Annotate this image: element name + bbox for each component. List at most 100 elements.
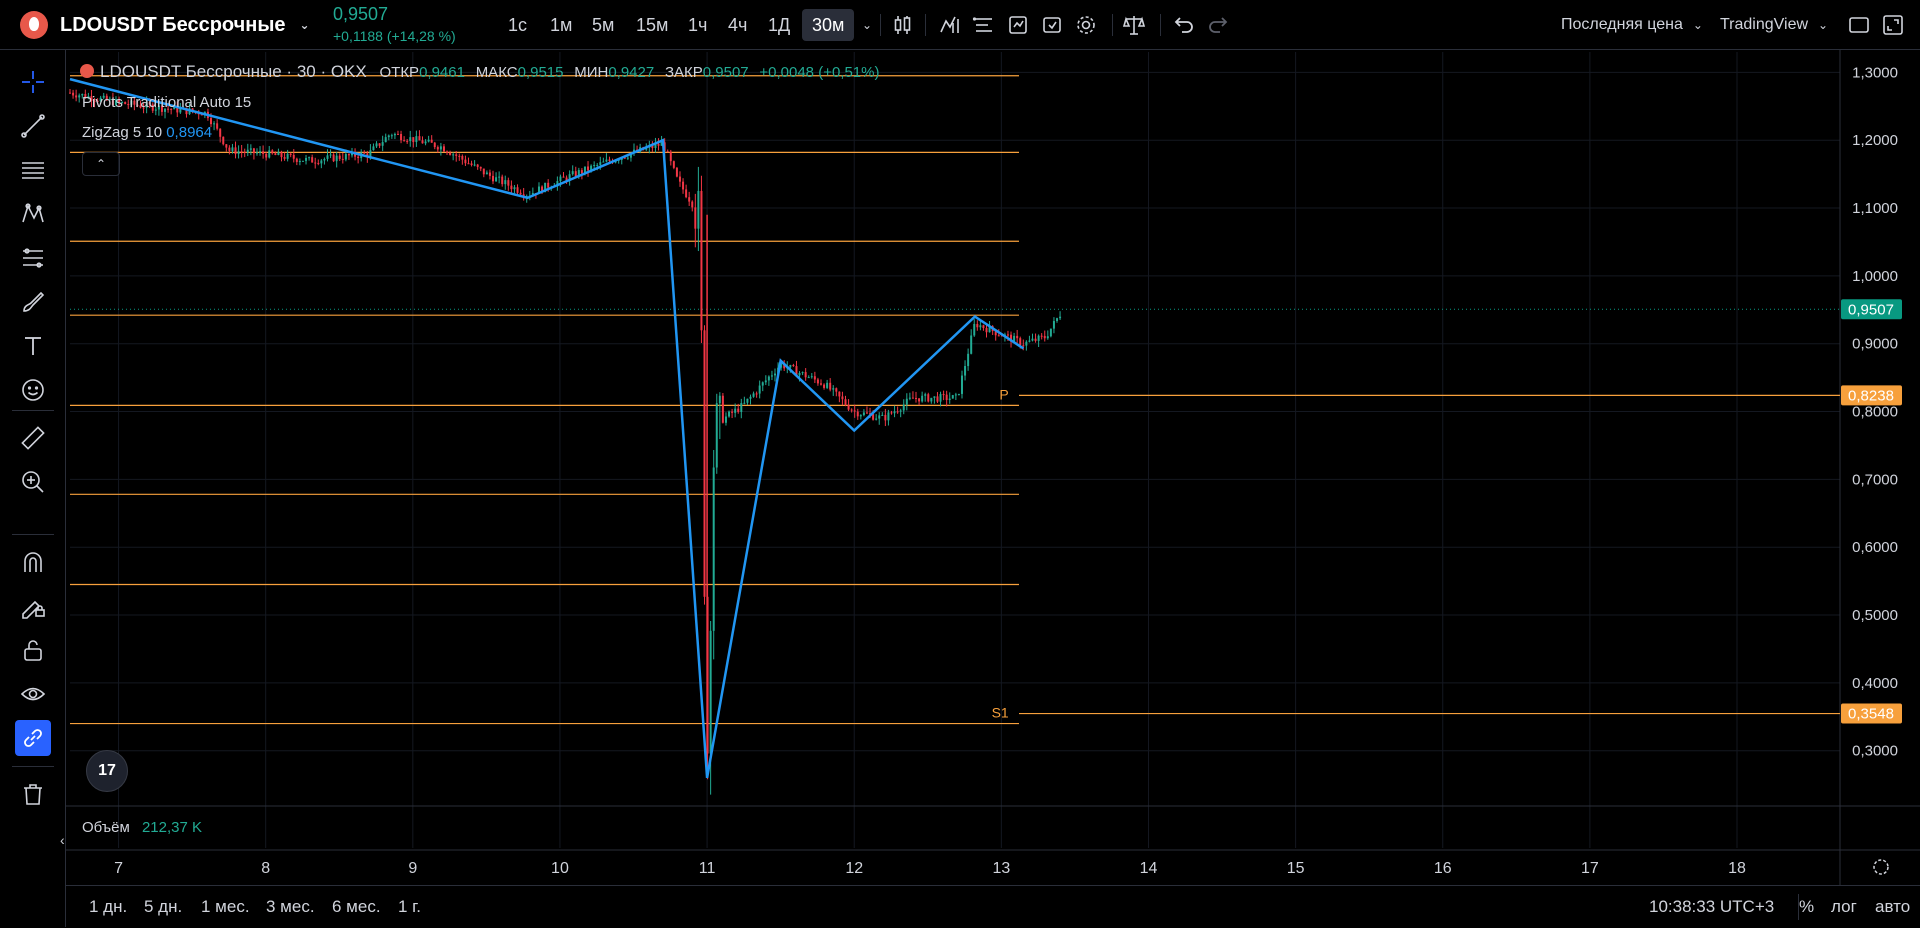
candle-body (997, 335, 1000, 337)
range-5d[interactable]: 5 дн. (144, 886, 182, 928)
timeframe-1m[interactable]: 1м (550, 0, 572, 50)
candle-body (1022, 345, 1025, 347)
timeframe-1s[interactable]: 1с (508, 0, 527, 50)
candle-body (449, 152, 452, 155)
candle-body (878, 415, 881, 419)
timeframe-1h[interactable]: 1ч (688, 0, 707, 50)
candle-body (470, 163, 473, 166)
auto-scale-toggle[interactable]: авто (1875, 886, 1910, 928)
percent-scale-toggle[interactable]: % (1799, 886, 1814, 928)
candle-body (225, 144, 228, 148)
candle-body (675, 167, 678, 177)
candle-body (271, 150, 274, 154)
candle-body (1028, 340, 1031, 342)
candle-body (323, 158, 326, 161)
eye-icon[interactable] (15, 676, 51, 712)
candle-body (234, 147, 237, 155)
candle-body (740, 403, 743, 412)
candle-body (881, 414, 884, 416)
trend-line-icon[interactable] (15, 108, 51, 144)
toolbar-divider (12, 766, 54, 767)
candle-body (749, 396, 752, 399)
range-6m[interactable]: 6 мес. (332, 886, 381, 928)
replay-icon[interactable] (1040, 13, 1064, 37)
log-scale-toggle[interactable]: лог (1831, 886, 1857, 928)
candle-body (412, 137, 415, 143)
timeframe-30m[interactable]: 30м (802, 9, 855, 41)
compare-scales-icon[interactable] (1122, 13, 1146, 37)
candle-body (384, 137, 387, 143)
candle-body (237, 151, 240, 155)
candle-body (973, 323, 976, 336)
candle-body (688, 197, 691, 202)
legend-title[interactable]: LDOUSDT Бессрочные · 30 · OKX (100, 62, 367, 81)
redo-icon[interactable] (1206, 13, 1230, 37)
snapshot-icon[interactable] (1881, 13, 1905, 37)
timeframe-4h[interactable]: 4ч (728, 0, 747, 50)
time-axis-settings-icon[interactable] (1873, 859, 1889, 875)
fullscreen-icon[interactable] (1847, 13, 1871, 37)
candle-body (219, 128, 222, 137)
indicator-templates-icon[interactable] (972, 13, 996, 37)
timeframe-chevron-down-icon[interactable]: ⌄ (862, 0, 872, 50)
symbol-search-button[interactable]: LDOUSDT Бессрочные ⌄ (60, 0, 310, 50)
candle-body (311, 157, 314, 163)
crosshair-icon[interactable] (15, 64, 51, 100)
candle-body (954, 394, 957, 396)
candle-body (764, 380, 767, 383)
candle-body (841, 396, 844, 400)
timeframe-15m[interactable]: 15м (636, 0, 668, 50)
undo-icon[interactable] (1172, 13, 1196, 37)
link-icon[interactable] (15, 720, 51, 756)
text-tool-icon[interactable] (15, 328, 51, 364)
price-axis-tick-label: 0,6000 (1852, 539, 1898, 556)
range-1m[interactable]: 1 мес. (201, 886, 250, 928)
candle-body (574, 171, 577, 177)
candle-body (798, 373, 801, 376)
horizontal-lines-icon[interactable] (15, 152, 51, 188)
emoji-icon[interactable] (15, 372, 51, 408)
ruler-icon[interactable] (15, 420, 51, 456)
time-axis-tick-label: 15 (1287, 860, 1305, 877)
settings-gear-icon[interactable] (1074, 13, 1098, 37)
candle-body (231, 147, 234, 151)
timeframe-1d[interactable]: 1Д (768, 0, 790, 50)
candles-icon[interactable] (891, 13, 915, 37)
clock-timezone[interactable]: 10:38:33 UTC+3 (1649, 886, 1774, 928)
unlock-icon[interactable] (15, 632, 51, 668)
tradingview-logo[interactable]: 17 (86, 750, 128, 792)
candle-body (657, 143, 660, 146)
price-source-dropdown[interactable]: Последняя цена ⌄ (1561, 0, 1703, 50)
candle-body (826, 382, 829, 388)
layout-dropdown[interactable]: TradingView ⌄ (1720, 0, 1828, 50)
range-1d[interactable]: 1 дн. (89, 886, 127, 928)
candle-body (767, 376, 770, 381)
alert-icon[interactable] (1006, 13, 1030, 37)
collapse-legend-button[interactable]: ⌃ (82, 152, 120, 176)
zigzag-indicator-legend[interactable]: ZigZag 5 10 0,8964 (82, 124, 212, 141)
candle-body (1046, 336, 1049, 339)
volume-legend[interactable]: Объём 212,37 K (82, 819, 202, 836)
brush-icon[interactable] (15, 284, 51, 320)
time-axis-tick-label: 10 (551, 860, 569, 877)
pivots-indicator-legend[interactable]: Pivots Traditional Auto 15 (82, 94, 251, 111)
candle-body (329, 154, 332, 156)
toolbar-divider (880, 14, 881, 36)
price-chart[interactable]: P 0,8238 S1 0,3548 1,3000 1,2000 1,1000 1,0000 0… (0, 0, 1920, 927)
chevron-down-icon: ⌄ (1818, 18, 1829, 32)
magnet-icon[interactable] (15, 544, 51, 580)
candle-body (467, 163, 470, 165)
lock-drawing-icon[interactable] (15, 588, 51, 624)
pattern-icon[interactable] (15, 196, 51, 232)
indicators-icon[interactable] (938, 13, 962, 37)
zoom-in-icon[interactable] (15, 464, 51, 500)
candle-body (602, 161, 605, 163)
collapse-toolbar-icon[interactable]: ‹ (60, 832, 65, 848)
candle-body (945, 394, 948, 400)
fib-retracement-icon[interactable] (15, 240, 51, 276)
candle-body (464, 159, 467, 164)
timeframe-5m[interactable]: 5м (592, 0, 614, 50)
trash-icon[interactable] (15, 776, 51, 812)
range-1y[interactable]: 1 г. (398, 886, 421, 928)
range-3m[interactable]: 3 мес. (266, 886, 315, 928)
